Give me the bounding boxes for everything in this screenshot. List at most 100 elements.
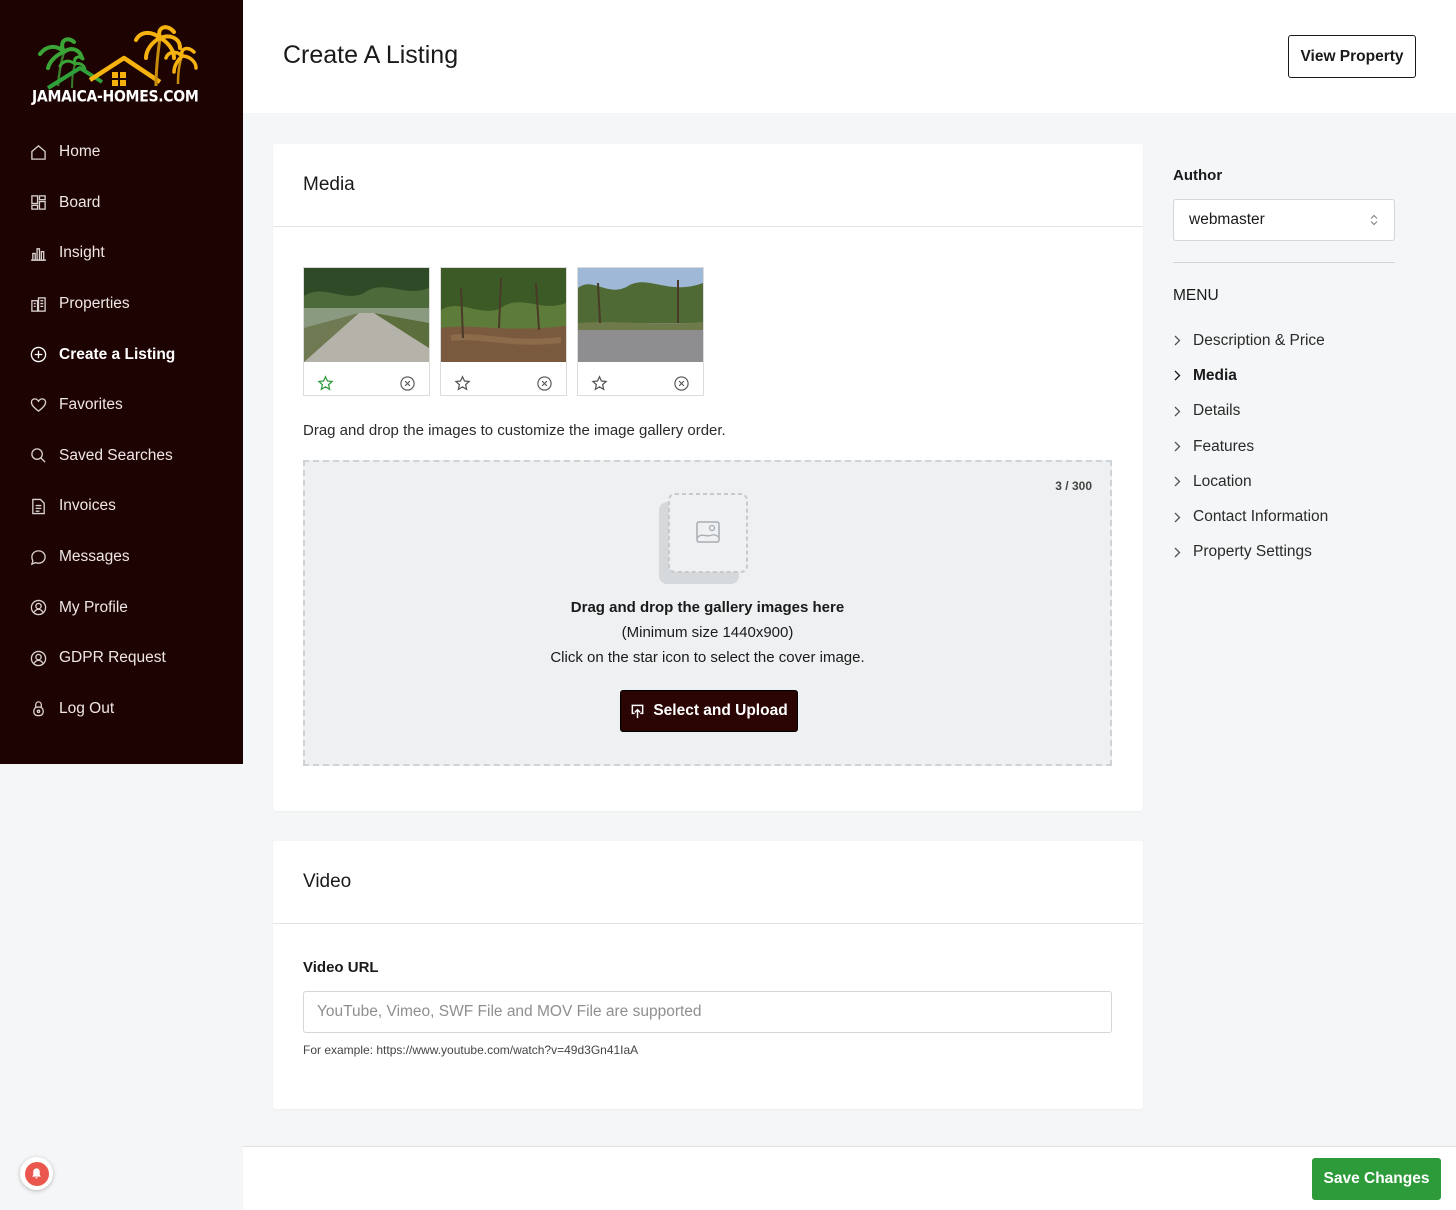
menu-item-label: Property Settings xyxy=(1193,543,1312,561)
notification-button[interactable] xyxy=(20,1157,53,1190)
thumbnail-actions xyxy=(441,367,566,400)
save-changes-button[interactable]: Save Changes xyxy=(1312,1158,1441,1200)
plus-circle-icon xyxy=(29,346,47,364)
upload-icon xyxy=(631,704,644,718)
gallery-thumbnail[interactable] xyxy=(577,267,704,396)
sidebar-item-label: GDPR Request xyxy=(59,649,166,667)
section-menu: Description & Price Media Details Featur… xyxy=(1173,323,1328,570)
sidebar-item-label: Log Out xyxy=(59,699,115,717)
chevron-right-icon xyxy=(1174,547,1181,558)
star-icon[interactable] xyxy=(317,375,334,392)
menu-item-label: Details xyxy=(1193,402,1241,420)
sidebar-item-label: Properties xyxy=(59,295,130,313)
video-url-example: For example: https://www.youtube.com/wat… xyxy=(303,1043,639,1057)
gallery-image[interactable] xyxy=(441,268,566,362)
thumbnail-actions xyxy=(578,367,703,400)
image-count: 3 / 300 xyxy=(1055,479,1092,493)
board-icon xyxy=(29,194,47,212)
sidebar-item-label: Home xyxy=(59,143,101,161)
sidebar-item-properties[interactable]: Properties xyxy=(0,279,243,330)
sidebar-nav: Home Board Insight Properties Create a L… xyxy=(0,127,243,734)
remove-circle-icon[interactable] xyxy=(536,375,553,392)
search-icon xyxy=(29,447,47,465)
chevron-right-icon xyxy=(1174,441,1181,452)
chevron-right-icon xyxy=(1174,512,1181,523)
lock-icon xyxy=(29,700,47,718)
sidebar-item-saved-searches[interactable]: Saved Searches xyxy=(0,431,243,482)
sidebar-item-create-listing[interactable]: Create a Listing xyxy=(0,329,243,380)
menu-item-label: Contact Information xyxy=(1193,508,1329,526)
sidebar-item-label: Saved Searches xyxy=(59,446,173,464)
gallery-image[interactable] xyxy=(578,268,703,362)
sidebar-item-label: Insight xyxy=(59,244,105,262)
media-section-title: Media xyxy=(273,144,1143,227)
select-and-upload-label: Select and Upload xyxy=(653,702,788,719)
dropzone-min-size: (Minimum size 1440x900) xyxy=(621,624,794,641)
author-label: Author xyxy=(1173,167,1223,184)
gallery-thumbnail[interactable] xyxy=(303,267,430,396)
menu-item-location[interactable]: Location xyxy=(1173,464,1328,499)
sidebar-item-favorites[interactable]: Favorites xyxy=(0,380,243,431)
video-card: Video Video URL For example: https://www… xyxy=(273,841,1143,1109)
page-header: Create A Listing View Property xyxy=(243,0,1456,113)
media-card: Media Drag and drop the images to custom… xyxy=(273,144,1143,811)
sidebar-item-messages[interactable]: Messages xyxy=(0,532,243,583)
view-property-button[interactable]: View Property xyxy=(1288,35,1416,78)
menu-item-label: Location xyxy=(1193,472,1252,490)
dropzone-cover-hint: Click on the star icon to select the cov… xyxy=(550,649,865,666)
page-title: Create A Listing xyxy=(283,41,459,69)
message-icon xyxy=(29,548,47,566)
chevron-right-icon xyxy=(1174,406,1181,417)
menu-item-features[interactable]: Features xyxy=(1173,429,1328,464)
video-url-label: Video URL xyxy=(303,959,379,976)
gdpr-icon xyxy=(29,649,47,667)
sidebar-item-label: Create a Listing xyxy=(59,345,176,363)
thumbnail-actions xyxy=(304,367,429,400)
menu-item-label: Features xyxy=(1193,437,1255,455)
chevron-right-icon xyxy=(1174,476,1181,487)
menu-item-property-settings[interactable]: Property Settings xyxy=(1173,535,1328,570)
sidebar-item-label: Board xyxy=(59,193,101,211)
gallery-image[interactable] xyxy=(304,268,429,362)
sidebar-item-gdpr-request[interactable]: GDPR Request xyxy=(0,633,243,684)
sidebar-item-label: Messages xyxy=(59,548,130,566)
video-url-input[interactable] xyxy=(303,991,1112,1033)
gallery-thumbnails xyxy=(303,267,704,396)
menu-item-label: Description & Price xyxy=(1193,331,1325,349)
notification-badge xyxy=(24,1161,49,1186)
star-icon[interactable] xyxy=(591,375,608,392)
sidebar-item-label: My Profile xyxy=(59,598,128,616)
star-icon[interactable] xyxy=(454,375,471,392)
profile-icon xyxy=(29,599,47,617)
menu-item-description-price[interactable]: Description & Price xyxy=(1173,323,1328,358)
page-footer: Save Changes xyxy=(243,1146,1456,1210)
sidebar-item-label: Invoices xyxy=(59,497,116,515)
gallery-thumbnail[interactable] xyxy=(440,267,567,396)
chevron-right-icon xyxy=(1174,370,1181,381)
gallery-order-hint: Drag and drop the images to customize th… xyxy=(303,422,726,439)
menu-item-label: Media xyxy=(1193,366,1237,384)
menu-title: MENU xyxy=(1173,287,1219,304)
sidebar-item-insight[interactable]: Insight xyxy=(0,228,243,279)
right-panel-divider xyxy=(1173,262,1395,263)
menu-item-details[interactable]: Details xyxy=(1173,394,1328,429)
image-placeholder-icon xyxy=(659,493,748,584)
author-selected-value: webmaster xyxy=(1189,211,1265,228)
gallery-dropzone[interactable]: 3 / 300 Drag and drop the gallery images… xyxy=(303,460,1112,766)
sidebar-item-my-profile[interactable]: My Profile xyxy=(0,582,243,633)
select-and-upload-button[interactable]: Select and Upload xyxy=(620,690,798,732)
sidebar-item-board[interactable]: Board xyxy=(0,178,243,229)
chevron-right-icon xyxy=(1174,335,1181,346)
select-arrows-icon xyxy=(1370,214,1378,226)
insight-icon xyxy=(29,244,47,262)
remove-circle-icon[interactable] xyxy=(399,375,416,392)
menu-item-media[interactable]: Media xyxy=(1173,358,1328,393)
menu-item-contact-information[interactable]: Contact Information xyxy=(1173,499,1328,534)
sidebar-item-log-out[interactable]: Log Out xyxy=(0,684,243,735)
author-select[interactable]: webmaster xyxy=(1173,199,1395,241)
sidebar-item-invoices[interactable]: Invoices xyxy=(0,481,243,532)
sidebar: JAMAICA-HOMES.COM Home Board Insight Pro… xyxy=(0,0,243,764)
remove-circle-icon[interactable] xyxy=(673,375,690,392)
sidebar-item-home[interactable]: Home xyxy=(0,127,243,178)
brand-name: JAMAICA-HOMES.COM xyxy=(32,87,199,107)
